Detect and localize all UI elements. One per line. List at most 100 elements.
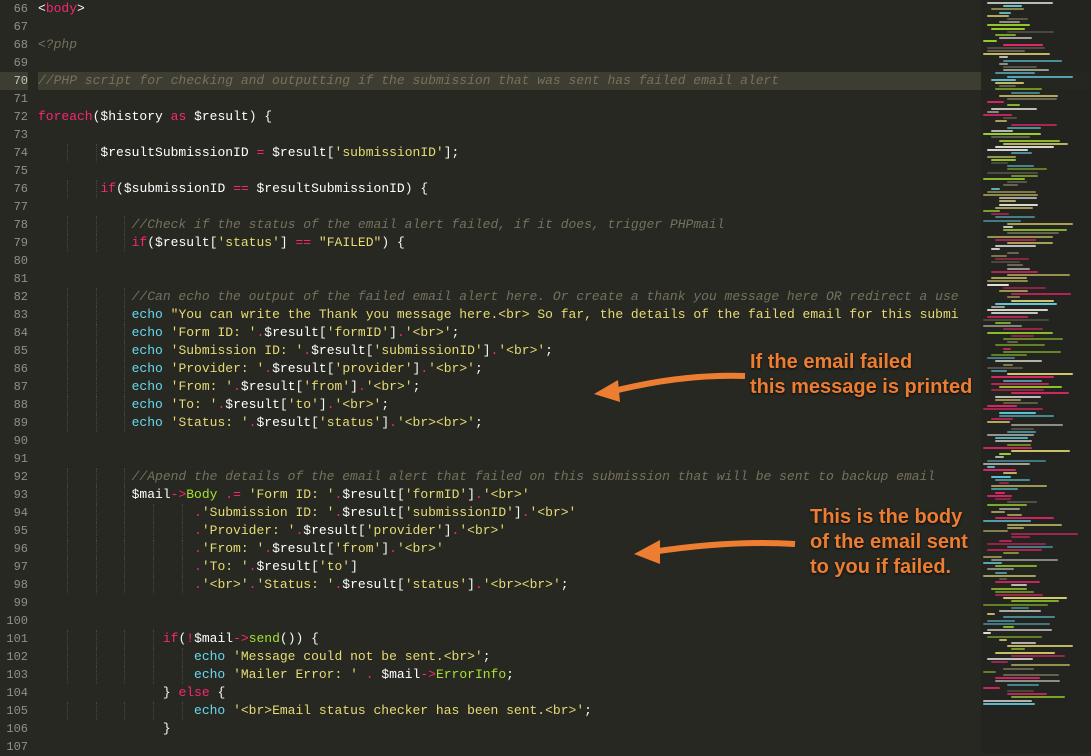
code-line[interactable] xyxy=(38,126,1091,144)
line-number[interactable]: 80 xyxy=(0,252,28,270)
line-number[interactable]: 68 xyxy=(0,36,28,54)
line-number[interactable]: 104 xyxy=(0,684,28,702)
code-area[interactable]: <body> <?php //PHP script for checking and… xyxy=(38,0,1091,753)
code-line[interactable] xyxy=(38,90,1091,108)
code-line[interactable]: } xyxy=(38,720,1091,738)
line-number[interactable]: 88 xyxy=(0,396,28,414)
code-line[interactable] xyxy=(38,612,1091,630)
code-line[interactable] xyxy=(38,594,1091,612)
line-number[interactable]: 70 xyxy=(0,72,28,90)
line-number[interactable]: 92 xyxy=(0,468,28,486)
line-number[interactable]: 73 xyxy=(0,126,28,144)
line-number[interactable]: 102 xyxy=(0,648,28,666)
line-number[interactable]: 86 xyxy=(0,360,28,378)
line-number[interactable]: 107 xyxy=(0,738,28,756)
minimap-block xyxy=(987,101,1004,103)
code-line[interactable]: //Apend the details of the email alert t… xyxy=(38,468,1091,486)
code-line[interactable]: .'To: '.$result['to'] xyxy=(38,558,1091,576)
line-number-gutter[interactable]: 6667686970717273747576777879808182838485… xyxy=(0,0,38,753)
line-number[interactable]: 82 xyxy=(0,288,28,306)
line-number[interactable]: 75 xyxy=(0,162,28,180)
line-number[interactable]: 105 xyxy=(0,702,28,720)
line-number[interactable]: 85 xyxy=(0,342,28,360)
code-line[interactable]: //Check if the status of the email alert… xyxy=(38,216,1091,234)
line-number[interactable]: 66 xyxy=(0,0,28,18)
code-line[interactable]: <body> xyxy=(38,0,1091,18)
minimap[interactable] xyxy=(981,0,1091,753)
minimap-block xyxy=(987,156,1016,158)
line-number[interactable]: 87 xyxy=(0,378,28,396)
code-line[interactable]: } else { xyxy=(38,684,1091,702)
code-line[interactable] xyxy=(38,738,1091,756)
code-line[interactable]: if(!$mail->send()) { xyxy=(38,630,1091,648)
minimap-block xyxy=(987,357,1015,359)
code-line[interactable]: $mail->Body .= 'Form ID: '.$result['form… xyxy=(38,486,1091,504)
code-line[interactable]: echo 'Message could not be sent.<br>'; xyxy=(38,648,1091,666)
line-number[interactable]: 91 xyxy=(0,450,28,468)
code-line[interactable]: .'Submission ID: '.$result['submissionID… xyxy=(38,504,1091,522)
code-editor[interactable]: 6667686970717273747576777879808182838485… xyxy=(0,0,1091,753)
code-line[interactable]: $resultSubmissionID = $result['submissio… xyxy=(38,144,1091,162)
code-line[interactable]: if($submissionID == $resultSubmissionID)… xyxy=(38,180,1091,198)
line-number[interactable]: 89 xyxy=(0,414,28,432)
line-number[interactable]: 83 xyxy=(0,306,28,324)
line-number[interactable]: 93 xyxy=(0,486,28,504)
code-line[interactable]: echo 'From: '.$result['from'].'<br>'; xyxy=(38,378,1091,396)
code-line[interactable]: foreach($history as $result) { xyxy=(38,108,1091,126)
code-line[interactable] xyxy=(38,270,1091,288)
code-line[interactable] xyxy=(38,54,1091,72)
code-line[interactable]: <?php xyxy=(38,36,1091,54)
line-number[interactable]: 99 xyxy=(0,594,28,612)
code-line[interactable] xyxy=(38,432,1091,450)
line-number[interactable]: 84 xyxy=(0,324,28,342)
line-number[interactable]: 69 xyxy=(0,54,28,72)
line-number[interactable]: 76 xyxy=(0,180,28,198)
line-number[interactable]: 71 xyxy=(0,90,28,108)
line-number[interactable]: 98 xyxy=(0,576,28,594)
code-line[interactable]: echo 'To: '.$result['to'].'<br>'; xyxy=(38,396,1091,414)
line-number[interactable]: 95 xyxy=(0,522,28,540)
code-line[interactable]: echo '<br>Email status checker has been … xyxy=(38,702,1091,720)
line-number[interactable]: 74 xyxy=(0,144,28,162)
code-line[interactable] xyxy=(38,198,1091,216)
code-line[interactable]: echo 'Mailer Error: ' . $mail->ErrorInfo… xyxy=(38,666,1091,684)
code-line[interactable]: .'Provider: '.$result['provider'].'<br>' xyxy=(38,522,1091,540)
line-number[interactable]: 78 xyxy=(0,216,28,234)
code-line[interactable] xyxy=(38,162,1091,180)
code-line[interactable]: echo 'Form ID: '.$result['formID'].'<br>… xyxy=(38,324,1091,342)
code-line[interactable]: //Can echo the output of the failed emai… xyxy=(38,288,1091,306)
minimap-block xyxy=(995,456,1004,458)
code-line[interactable]: echo 'Status: '.$result['status'].'<br><… xyxy=(38,414,1091,432)
code-line[interactable] xyxy=(38,450,1091,468)
line-number[interactable]: 77 xyxy=(0,198,28,216)
minimap-block xyxy=(987,629,1052,631)
line-number[interactable]: 67 xyxy=(0,18,28,36)
line-number[interactable]: 101 xyxy=(0,630,28,648)
minimap-block xyxy=(987,280,1028,282)
code-line[interactable]: echo "You can write the Thank you messag… xyxy=(38,306,1091,324)
code-line[interactable]: echo 'Provider: '.$result['provider'].'<… xyxy=(38,360,1091,378)
minimap-block xyxy=(991,261,1020,263)
minimap-block xyxy=(1003,66,1037,68)
line-number[interactable]: 72 xyxy=(0,108,28,126)
line-number[interactable]: 106 xyxy=(0,720,28,738)
line-number[interactable]: 90 xyxy=(0,432,28,450)
line-number[interactable]: 96 xyxy=(0,540,28,558)
minimap-block xyxy=(995,322,1011,324)
minimap-block xyxy=(1007,252,1019,254)
minimap-block xyxy=(995,396,1041,398)
minimap-block xyxy=(991,130,1013,132)
line-number[interactable]: 81 xyxy=(0,270,28,288)
code-line[interactable]: echo 'Submission ID: '.$result['submissi… xyxy=(38,342,1091,360)
line-number[interactable]: 100 xyxy=(0,612,28,630)
line-number[interactable]: 97 xyxy=(0,558,28,576)
code-line[interactable]: //PHP script for checking and outputting… xyxy=(38,72,1091,90)
line-number[interactable]: 94 xyxy=(0,504,28,522)
line-number[interactable]: 79 xyxy=(0,234,28,252)
code-line[interactable] xyxy=(38,18,1091,36)
code-line[interactable]: if($result['status'] == "FAILED") { xyxy=(38,234,1091,252)
code-line[interactable]: .'<br>'.'Status: '.$result['status'].'<b… xyxy=(38,576,1091,594)
line-number[interactable]: 103 xyxy=(0,666,28,684)
code-line[interactable]: .'From: '.$result['from'].'<br>' xyxy=(38,540,1091,558)
code-line[interactable] xyxy=(38,252,1091,270)
